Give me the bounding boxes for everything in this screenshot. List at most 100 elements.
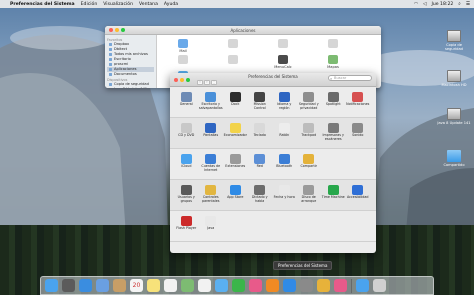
dock-trash-icon[interactable] — [373, 279, 386, 292]
search-placeholder: Buscar — [334, 76, 347, 80]
show-all-button[interactable]: ⋮ — [211, 79, 217, 85]
dock-notes-icon[interactable] — [147, 279, 160, 292]
search-field[interactable]: ⌕ Buscar — [328, 75, 372, 81]
app-item[interactable] — [168, 55, 198, 69]
pref-pane-label: Ratón — [279, 133, 290, 137]
pref-pane[interactable]: Impresoras y escáneres — [321, 121, 346, 146]
pref-pane[interactable]: Seguridad y privacidad — [297, 90, 322, 115]
prefs-section: Flash Player Java — [170, 211, 376, 242]
dock-mail-icon[interactable] — [96, 279, 109, 292]
menu-ventana[interactable]: Ventana — [139, 2, 158, 7]
pref-pane-label: CD y DVD — [178, 133, 195, 137]
pref-pane[interactable]: Mission Control — [248, 90, 273, 115]
pref-pane-icon — [303, 185, 315, 195]
dock-contacts-icon[interactable] — [113, 279, 126, 292]
pref-pane[interactable]: Escritorio y salvapantallas — [199, 90, 224, 115]
dock-itunes-icon[interactable] — [249, 279, 262, 292]
pref-pane[interactable]: Red — [248, 152, 273, 177]
menu-ayuda[interactable]: Ayuda — [164, 2, 178, 7]
finder-titlebar[interactable]: Aplicaciones — [105, 26, 381, 35]
pref-pane[interactable]: Cuentas de Internet — [199, 152, 224, 177]
pref-pane[interactable]: iCloud — [174, 152, 199, 177]
pref-pane-icon — [254, 154, 266, 164]
pref-pane[interactable]: Extensiones — [223, 152, 248, 177]
prefs-titlebar[interactable]: Preferencias del Sistema ‹ › ⋮ ⌕ Buscar — [170, 73, 376, 87]
dock-calendar-icon[interactable]: 20 — [130, 279, 143, 292]
dock-system-preferences-icon[interactable] — [300, 279, 313, 292]
desktop-icon-shared[interactable]: Compartido — [437, 150, 471, 167]
pref-pane[interactable]: Sonido — [346, 121, 371, 146]
pref-pane[interactable]: Spotlight — [321, 90, 346, 115]
dock-chrome-icon[interactable] — [317, 279, 330, 292]
clock[interactable]: Jue 18:22 — [432, 2, 454, 7]
pref-pane[interactable]: CD y DVD — [174, 121, 199, 146]
pref-pane[interactable]: Usuarios y grupos — [174, 183, 199, 208]
sidebar-item[interactable]: Documentos — [107, 72, 154, 77]
pref-pane[interactable]: Pantallas — [199, 121, 224, 146]
desktop-icon-macintosh-hd[interactable]: Macintosh HD — [437, 70, 471, 87]
pref-pane[interactable]: Bluetooth — [272, 152, 297, 177]
pref-pane[interactable]: Dictado y habla — [248, 183, 273, 208]
pref-pane[interactable]: Economizador — [223, 121, 248, 146]
app-item[interactable]: Mail — [168, 39, 198, 53]
app-item[interactable] — [268, 39, 298, 53]
pref-pane-label: Dictado y habla — [251, 195, 268, 203]
dock-maps-icon[interactable] — [181, 279, 194, 292]
dock-facetime-icon[interactable] — [232, 279, 245, 292]
desktop-icon-label: Compartido — [443, 163, 465, 167]
dock-itunes-2-icon[interactable] — [334, 279, 347, 292]
dock-finder-icon[interactable] — [45, 279, 58, 292]
pref-pane[interactable]: Accesibilidad — [346, 183, 371, 208]
dock-app-store-icon[interactable] — [283, 279, 296, 292]
pref-pane[interactable]: Notificaciones — [346, 90, 371, 115]
volume-icon[interactable]: ◁ — [423, 2, 427, 7]
app-icon — [228, 55, 238, 64]
pref-pane[interactable]: Idioma y región — [272, 90, 297, 115]
pref-pane[interactable]: General — [174, 90, 199, 115]
pref-pane[interactable]: Fecha y hora — [272, 183, 297, 208]
app-menu[interactable]: Preferencias del Sistema — [10, 2, 75, 7]
app-item[interactable] — [218, 39, 248, 53]
menu-edicion[interactable]: Edición — [81, 2, 98, 7]
nav-buttons: ‹ › ⋮ — [197, 79, 217, 85]
spotlight-icon[interactable]: ⌕ — [458, 1, 461, 7]
pref-pane[interactable]: Controles parentales — [199, 183, 224, 208]
pref-pane[interactable]: Disco de arranque — [297, 183, 322, 208]
desktop-icon-label: Macintosh HD — [441, 83, 467, 87]
desktop-icon-backup[interactable]: Copia de seguridad — [437, 30, 471, 51]
pref-pane[interactable]: Ratón — [272, 121, 297, 146]
pref-pane[interactable]: Trackpad — [297, 121, 322, 146]
desktop-icon-java[interactable]: Java 8 Update 141 — [437, 108, 471, 125]
app-item[interactable]: MenuCalc — [268, 55, 298, 69]
pref-pane[interactable]: Java — [199, 214, 224, 239]
pref-pane-icon — [327, 185, 339, 195]
back-button[interactable]: ‹ — [197, 79, 203, 85]
pref-pane-icon — [254, 123, 266, 133]
sidebar-item[interactable]: Java 8 Update 141 — [107, 87, 154, 88]
dock-downloads-icon[interactable] — [356, 279, 369, 292]
forward-button[interactable]: › — [204, 79, 210, 85]
pref-pane[interactable]: Time Machine — [321, 183, 346, 208]
dock-photos-icon[interactable] — [198, 279, 211, 292]
pref-pane-icon — [205, 92, 217, 102]
wifi-icon[interactable]: ◠ — [414, 2, 418, 7]
pref-pane[interactable]: Flash Player — [174, 214, 199, 239]
folder-icon — [447, 150, 461, 162]
pref-pane-label: Compartir — [300, 164, 318, 168]
app-item[interactable]: Mapas — [318, 55, 348, 69]
menu-visualizacion[interactable]: Visualización — [103, 2, 133, 7]
pref-pane-icon — [205, 185, 217, 195]
dock-messages-icon[interactable] — [215, 279, 228, 292]
pref-pane[interactable]: Teclado — [248, 121, 273, 146]
dock-launchpad-icon[interactable] — [62, 279, 75, 292]
dock-reminders-icon[interactable] — [164, 279, 177, 292]
pref-pane-label: Teclado — [253, 133, 266, 137]
pref-pane[interactable]: App Store — [223, 183, 248, 208]
notification-center-icon[interactable]: ☰ — [466, 2, 470, 7]
pref-pane[interactable]: Dock — [223, 90, 248, 115]
app-item[interactable] — [318, 39, 348, 53]
pref-pane[interactable]: Compartir — [297, 152, 322, 177]
app-item[interactable] — [218, 55, 248, 69]
dock-ibooks-icon[interactable] — [266, 279, 279, 292]
dock-safari-icon[interactable] — [79, 279, 92, 292]
